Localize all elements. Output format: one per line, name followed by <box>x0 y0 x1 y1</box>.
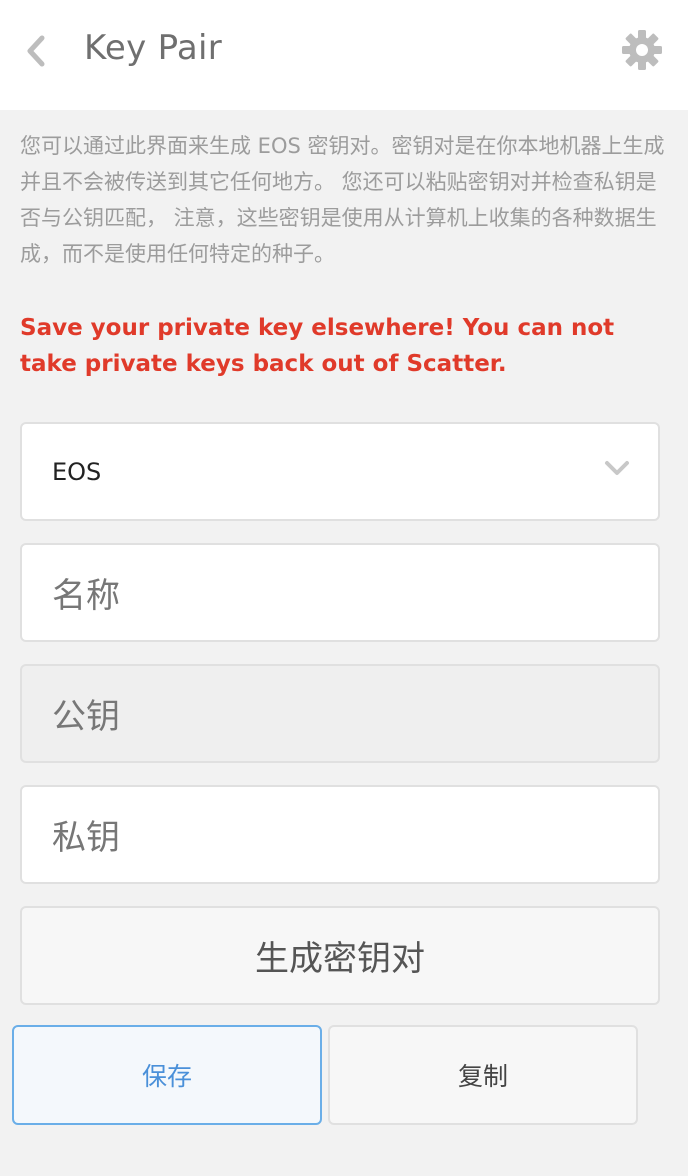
blockchain-select[interactable]: EOS <box>20 422 660 521</box>
name-placeholder: 名称 <box>52 576 120 616</box>
settings-button[interactable] <box>618 26 666 74</box>
chevron-down-icon <box>605 461 629 475</box>
action-buttons: 保存 复制 <box>12 1025 688 1125</box>
header-bar: Key Pair <box>0 0 688 110</box>
page-title: Key Pair <box>84 28 223 68</box>
public-key-field[interactable]: 公钥 <box>20 664 660 763</box>
name-input[interactable]: 名称 <box>20 543 660 642</box>
save-button[interactable]: 保存 <box>12 1025 322 1125</box>
generate-key-pair-button[interactable]: 生成密钥对 <box>20 906 660 1005</box>
blockchain-select-value: EOS <box>52 457 102 486</box>
private-key-placeholder: 私钥 <box>52 818 120 858</box>
gear-icon <box>622 30 662 70</box>
private-key-input[interactable]: 私钥 <box>20 785 660 884</box>
back-button[interactable] <box>14 26 58 76</box>
key-pair-form: 您可以通过此界面来生成 EOS 密钥对。密钥对是在你本地机器上生成并且不会被传送… <box>0 110 688 1005</box>
chevron-left-icon <box>27 35 45 67</box>
description-text: 您可以通过此界面来生成 EOS 密钥对。密钥对是在你本地机器上生成并且不会被传送… <box>20 134 665 266</box>
copy-button[interactable]: 复制 <box>328 1025 638 1125</box>
warning-text: Save your private key elsewhere! You can… <box>20 315 615 377</box>
public-key-placeholder: 公钥 <box>52 697 120 737</box>
